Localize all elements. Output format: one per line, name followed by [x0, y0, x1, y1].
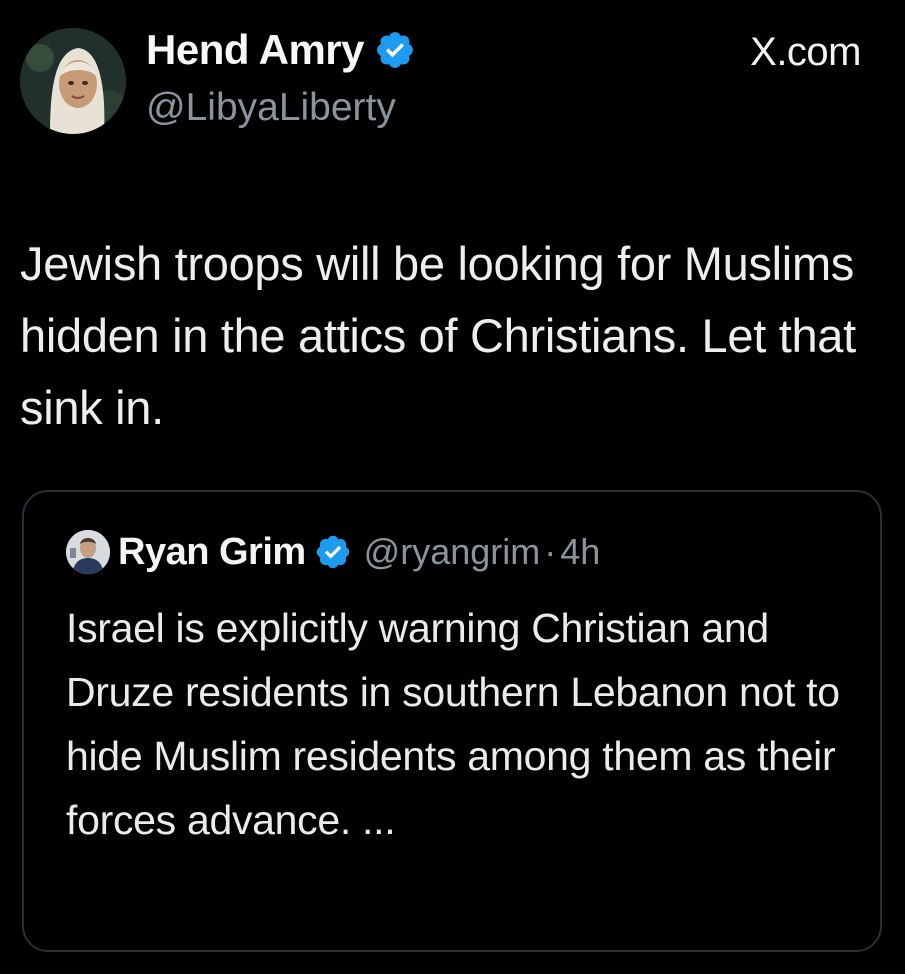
quoted-author-avatar[interactable]: [66, 530, 110, 574]
meta-separator: ·: [544, 531, 557, 572]
tweet: Hend Amry @LibyaLiberty X.com Jewish tro…: [0, 0, 905, 974]
author-display-name[interactable]: Hend Amry: [146, 26, 365, 74]
quoted-author-display-name[interactable]: Ryan Grim: [118, 531, 306, 574]
quoted-author-handle[interactable]: @ryangrim: [364, 531, 541, 573]
verified-badge-icon: [316, 535, 349, 569]
quoted-tweet-text: Israel is explicitly warning Christian a…: [66, 605, 840, 843]
author-name-row: Hend Amry: [146, 26, 416, 74]
quoted-tweet-header: Ryan Grim @ryangrim · 4h: [66, 530, 600, 574]
quoted-author-avatar-image: [66, 530, 110, 574]
site-watermark: X.com: [750, 30, 861, 74]
tweet-text: Jewish troops will be looking for Muslim…: [20, 237, 856, 434]
author-avatar-image: [20, 28, 126, 134]
verified-badge-icon: [377, 32, 413, 68]
author-avatar[interactable]: [20, 28, 126, 134]
author-handle[interactable]: @LibyaLiberty: [146, 86, 396, 130]
quoted-tweet-timestamp[interactable]: 4h: [560, 531, 600, 573]
quoted-tweet-card[interactable]: Ryan Grim @ryangrim · 4h Israel is expli…: [22, 490, 882, 952]
